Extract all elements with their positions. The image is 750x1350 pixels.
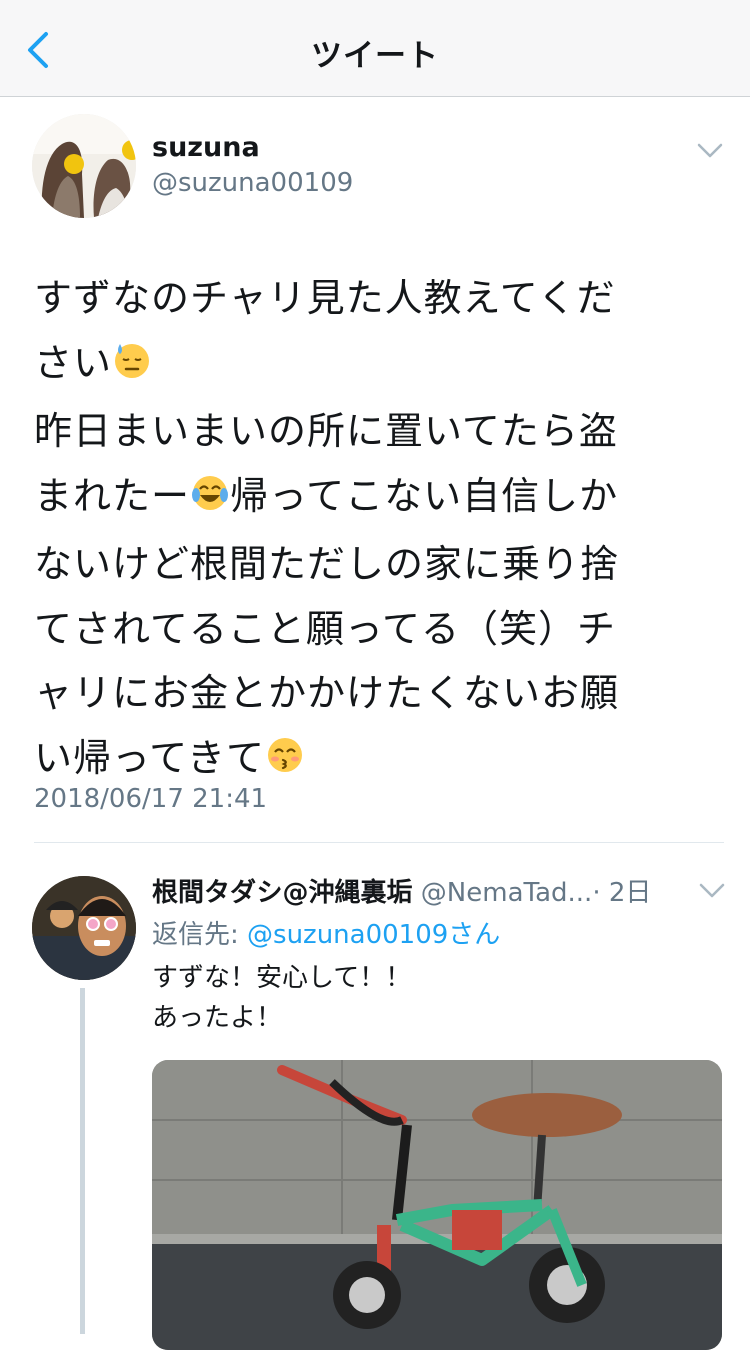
bicycle-photo <box>152 1060 722 1350</box>
tweet-line: 帰ってこない自信しか <box>230 473 619 518</box>
avatar[interactable] <box>32 114 136 218</box>
tweet-line: さい <box>34 340 113 385</box>
reply-display-name[interactable]: 根間タダシ@沖縄裏垢 <box>152 878 413 908</box>
attached-photo[interactable] <box>152 1060 722 1350</box>
kissing-face-with-smiling-eyes-icon <box>265 730 305 795</box>
tweet-line: ないけど根間ただしの家に乗り捨 <box>34 542 620 586</box>
tweet-line: すずなのチャリ見た人教えてくだ <box>34 276 616 320</box>
downcast-face-with-sweat-icon <box>112 335 152 400</box>
reply-header: 根間タダシ@沖縄裏垢 @NemaTad...· 2日 <box>152 872 651 909</box>
chevron-down-icon[interactable] <box>696 142 724 160</box>
reply-line: すずな！安心して！！ <box>152 963 412 993</box>
thread-line <box>80 988 85 1334</box>
tweet-line: てされてること願ってる（笑）チ <box>34 606 616 651</box>
reply-time: · 2日 <box>592 878 652 908</box>
reply-avatar[interactable] <box>32 876 136 980</box>
chevron-down-icon[interactable] <box>698 882 726 900</box>
avatar-photo <box>32 876 136 980</box>
face-with-tears-of-joy-icon <box>190 468 230 533</box>
display-name[interactable]: suzuna <box>152 132 260 163</box>
tweet-line: い帰ってきて <box>34 735 265 780</box>
divider <box>34 842 724 843</box>
reply-text: すずな！安心して！！ あったよ！ <box>152 958 411 1038</box>
tweet-timestamp: 2018/06/17 21:41 <box>34 784 268 814</box>
tweet-line: 昨日まいまいの所に置いてたら盗 <box>34 409 618 453</box>
tweet-text: すずなのチャリ見た人教えてくだ さい 昨日まいまいの所に置いてたら盗 まれたー帰… <box>34 266 724 794</box>
tweet-line: まれたー <box>34 473 191 518</box>
tweet-line: ャリにお金とかかけたくないお願 <box>34 671 620 715</box>
navigation-bar: ツイート <box>0 0 750 97</box>
reply-line: あったよ！ <box>152 1003 283 1033</box>
reply-to-label: 返信先: <box>152 920 248 950</box>
reply-to-line: 返信先: @suzuna00109さん <box>152 914 500 951</box>
reply-handle[interactable]: @NemaTad... <box>421 878 593 908</box>
reply-mention-link[interactable]: @suzuna00109さん <box>247 920 500 950</box>
page-title: ツイート <box>311 38 439 74</box>
avatar-photo <box>32 114 136 218</box>
user-handle[interactable]: @suzuna00109 <box>152 168 353 198</box>
